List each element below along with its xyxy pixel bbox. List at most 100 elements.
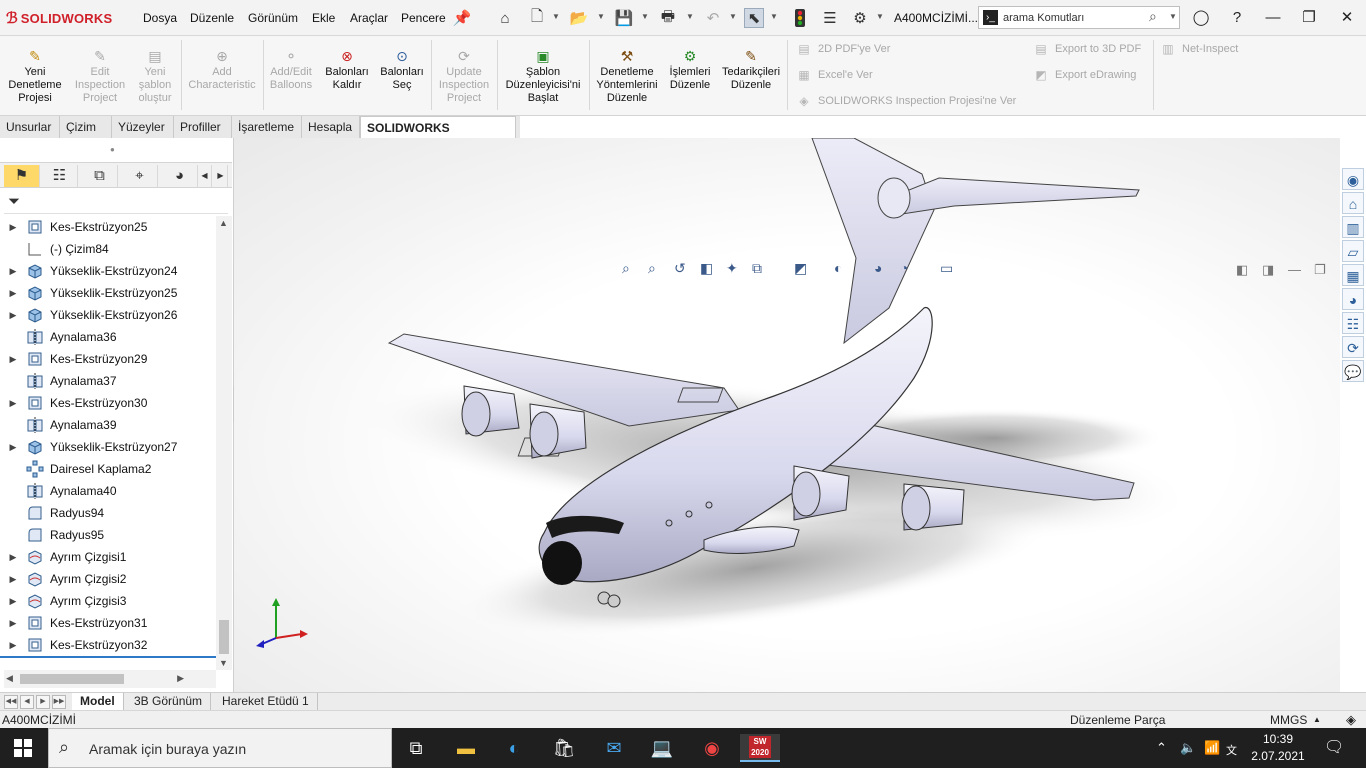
rebuild-traffic-light-icon[interactable] (790, 8, 810, 28)
hscroll-thumb[interactable] (20, 674, 124, 684)
feature-tree-item[interactable]: ▶ Ayrım Çizgisi3 (0, 590, 216, 612)
status-unit-system[interactable]: MMGS (1270, 713, 1307, 727)
open-dropdown-icon[interactable]: ▼ (597, 12, 605, 21)
export-sw-inspection-project-button[interactable]: ◈ SOLIDWORKS Inspection Projesi'ne Ver (796, 94, 1016, 108)
export-edrawing-button[interactable]: ◩ Export eDrawing (1033, 68, 1136, 82)
first-tab-icon[interactable]: ◀◀ (4, 695, 18, 709)
open-folder-icon[interactable]: 📂 (569, 8, 589, 28)
feature-tree-item[interactable]: ▶ Kes-Ekstrüzyon31 (0, 612, 216, 634)
dimxpert-manager-tab-icon[interactable]: ⌖ (122, 165, 158, 187)
3dexperience-icon[interactable]: ⟳ (1342, 336, 1364, 358)
previous-view-icon[interactable]: ↺ (674, 260, 686, 280)
remove-balloons-button[interactable]: ⊗ Balonları Kaldır (320, 48, 374, 92)
edit-operations-button[interactable]: ⚙ İşlemleri Düzenle (664, 48, 716, 92)
taskbar-search-box[interactable]: ⌕ Aramak için buraya yazın (48, 728, 392, 768)
design-library-icon[interactable]: ⌂ (1342, 192, 1364, 214)
feature-tree-item[interactable]: (-) Çizim84 (0, 238, 216, 260)
save-icon[interactable]: 💾 (614, 8, 634, 28)
view-settings-icon[interactable]: ▭ (940, 260, 953, 280)
scroll-up-icon[interactable]: ▲ (219, 218, 228, 228)
file-explorer-icon[interactable]: ▥ (1342, 216, 1364, 238)
new-inspection-project-button[interactable]: ✎ Yeni Denetleme Projesi (6, 48, 64, 105)
display-manager-tab-icon[interactable]: ◕ (162, 165, 198, 187)
tab-hesapla[interactable]: Hesapla (302, 116, 360, 138)
export-excel-button[interactable]: ▦ Excel'e Ver (796, 68, 872, 82)
expand-arrow-icon[interactable]: ▶ (6, 552, 20, 563)
viewport-minimize-icon[interactable]: — (1288, 262, 1301, 277)
notification-center-icon[interactable]: 🗨 (1324, 737, 1344, 757)
feature-tree-item[interactable]: Aynalama36 (0, 326, 216, 348)
close-button[interactable]: ✕ (1334, 7, 1360, 29)
chat-icon[interactable]: 💬 (1342, 360, 1364, 382)
expand-arrow-icon[interactable]: ▶ (6, 442, 20, 453)
expand-arrow-icon[interactable]: ▶ (6, 618, 20, 629)
file-explorer-taskbar-icon[interactable]: ▬ (446, 734, 486, 762)
apply-scene-icon[interactable]: ◔ (900, 260, 908, 280)
scroll-left-icon[interactable]: ◀ (6, 673, 13, 684)
windows-start-icon[interactable] (14, 739, 32, 757)
menu-duzenle[interactable]: Düzenle (190, 11, 234, 25)
save-dropdown-icon[interactable]: ▼ (641, 12, 649, 21)
last-tab-icon[interactable]: ▶▶ (52, 695, 66, 709)
volume-icon[interactable]: 🔈 (1180, 740, 1196, 756)
minimize-button[interactable]: — (1260, 7, 1286, 29)
viewport-collapse-left-icon[interactable]: ◧ (1236, 262, 1248, 278)
menu-dosya[interactable]: Dosya (143, 11, 177, 25)
dynamic-annotation-icon[interactable]: ✦ (726, 260, 738, 280)
aircraft-model-render[interactable] (234, 138, 1340, 692)
launch-template-editor-button[interactable]: ▣ Şablon Düzenleyicisi'ni Başlat (500, 48, 586, 105)
expand-arrow-icon[interactable]: ▶ (6, 640, 20, 651)
feature-tree-item[interactable]: ▶ Kes-Ekstrüzyon30 (0, 392, 216, 414)
select-arrow-icon[interactable]: ⬉ (744, 8, 764, 28)
edit-vendors-button[interactable]: ✎ Tedarikçileri Düzenle (718, 48, 784, 92)
add-characteristic-button[interactable]: ⊕ Add Characteristic (184, 48, 260, 92)
view-orientation-icon[interactable]: ⧉ (752, 260, 762, 280)
feature-tree-item[interactable]: Radyus95 (0, 524, 216, 546)
feature-tree-filter[interactable]: ⏷ (4, 190, 228, 214)
custom-properties-icon[interactable]: ◕ (1342, 288, 1364, 310)
options-dropdown-icon[interactable]: ▼ (876, 12, 884, 21)
restore-button[interactable]: ❐ (1296, 7, 1322, 29)
appearances-scenes-icon[interactable]: ▦ (1342, 264, 1364, 286)
microsoft-store-icon[interactable]: 🛍 (544, 734, 584, 762)
zoom-to-fit-icon[interactable]: ⌕ (622, 260, 630, 280)
export-3d-pdf-button[interactable]: ▤ Export to 3D PDF (1033, 42, 1141, 56)
feature-tree-item[interactable]: ▶ Kes-Ekstrüzyon32 (0, 634, 216, 656)
viewport-collapse-right-icon[interactable]: ◨ (1262, 262, 1274, 278)
section-view-icon[interactable]: ◧ (700, 260, 713, 280)
next-tab-icon[interactable]: ▶ (36, 695, 50, 709)
solidworks-resources-icon[interactable]: ◉ (1342, 168, 1364, 190)
display-style-icon[interactable]: ◩ (794, 260, 807, 280)
hide-show-items-icon[interactable]: ◐ (834, 260, 842, 280)
feature-tree-item[interactable]: Aynalama40 (0, 480, 216, 502)
print-icon[interactable]: 🖶 (658, 8, 678, 28)
update-inspection-project-button[interactable]: ⟳ Update Inspection Project (436, 48, 492, 105)
options-gear-icon[interactable]: ⚙ (850, 8, 870, 28)
menu-pencere[interactable]: Pencere (401, 11, 446, 25)
tabs-scroll-left-icon[interactable]: ◀ (198, 165, 212, 187)
feature-tree-item[interactable]: Radyus94 (0, 502, 216, 524)
edge-browser-icon[interactable]: ◐ (494, 734, 534, 762)
expand-arrow-icon[interactable]: ▶ (6, 288, 20, 299)
net-inspect-button[interactable]: ▥ Net-Inspect (1160, 42, 1238, 56)
rollback-bar[interactable] (0, 656, 216, 658)
tabs-scroll-right-icon[interactable]: ▶ (214, 165, 228, 187)
view-palette-icon[interactable]: ▱ (1342, 240, 1364, 262)
viewport-restore-icon[interactable]: ❐ (1314, 262, 1326, 278)
feature-tree-item[interactable]: ▶ Ayrım Çizgisi1 (0, 546, 216, 568)
tab-3d-view[interactable]: 3B Görünüm (126, 693, 212, 710)
feature-tree-item[interactable]: ▶ Yükseklik-Ekstrüzyon27 (0, 436, 216, 458)
edit-appearance-icon[interactable]: ◕ (874, 260, 882, 280)
account-icon[interactable]: ◯ (1188, 7, 1214, 29)
task-view-icon[interactable]: ⧉ (396, 734, 436, 762)
expand-arrow-icon[interactable]: ▶ (6, 222, 20, 233)
tab-yuzeyler[interactable]: Yüzeyler (112, 116, 174, 138)
scroll-down-icon[interactable]: ▼ (219, 658, 228, 668)
chrome-browser-icon[interactable]: ◉ (692, 734, 732, 762)
expand-arrow-icon[interactable]: ▶ (6, 398, 20, 409)
tab-model[interactable]: Model (72, 693, 124, 710)
command-search-box[interactable]: ›_ ⌕ ▼ (978, 6, 1180, 29)
edit-inspection-methods-button[interactable]: ⚒ Denetleme Yöntemlerini Düzenle (592, 48, 662, 105)
help-icon[interactable]: ? (1224, 7, 1250, 29)
feature-tree-item[interactable]: Dairesel Kaplama2 (0, 458, 216, 480)
